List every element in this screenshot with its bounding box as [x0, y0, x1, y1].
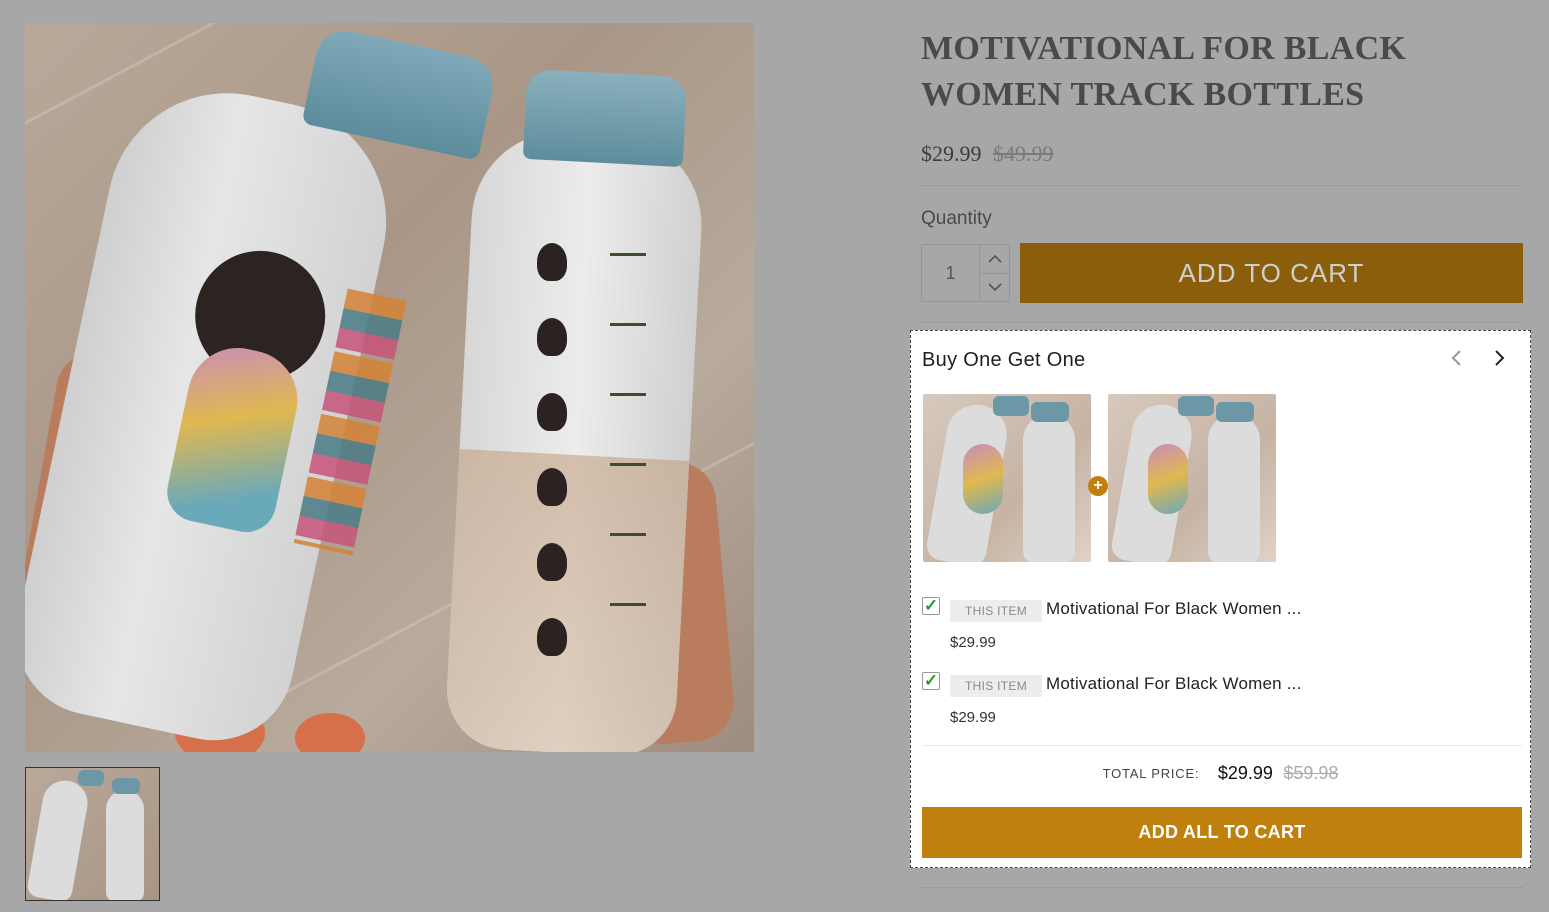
total-compare-price: $59.98: [1283, 763, 1339, 783]
bogo-product-image[interactable]: [923, 394, 1091, 562]
bogo-item-name[interactable]: Motivational For Black Women ...: [1046, 599, 1302, 619]
bottle-cap: [522, 68, 688, 168]
price-row: $29.99 $49.99: [921, 141, 1054, 167]
divider: [921, 322, 1523, 323]
bottle-measure-marks: [610, 253, 660, 673]
chevron-up-icon[interactable]: [980, 245, 1009, 274]
chevron-left-icon[interactable]: [1449, 347, 1463, 375]
total-price-row: TOTAL PRICE: $29.99 $59.98: [911, 763, 1530, 784]
chevron-down-icon[interactable]: [980, 274, 1009, 302]
add-all-to-cart-button[interactable]: ADD ALL TO CART: [922, 807, 1522, 858]
product-price: $29.99: [921, 141, 982, 166]
quantity-label: Quantity: [921, 208, 992, 229]
bogo-item-price: $29.99: [950, 709, 996, 726]
bogo-item-price: $29.99: [950, 634, 996, 651]
bogo-product-image[interactable]: [1108, 394, 1276, 562]
shoe: [295, 713, 365, 752]
divider: [921, 887, 1523, 888]
plus-icon: +: [1088, 476, 1108, 496]
this-item-badge: THIS ITEM: [950, 675, 1043, 697]
bogo-widget: Buy One Get One + ✓ THIS ITEM Motivation…: [910, 330, 1531, 868]
divider: [921, 185, 1523, 186]
bogo-item-name[interactable]: Motivational For Black Women ...: [1046, 674, 1302, 694]
quantity-input[interactable]: 1: [922, 245, 980, 301]
add-to-cart-button[interactable]: ADD TO CART: [1020, 243, 1523, 303]
checkbox-checked-icon[interactable]: ✓: [922, 672, 940, 690]
product-title: MOTIVATIONAL FOR BLACK WOMEN TRACK BOTTL…: [921, 30, 1407, 113]
chevron-right-icon[interactable]: [1493, 347, 1507, 375]
total-price: $29.99: [1217, 763, 1273, 783]
bottle-time-markers: [537, 243, 567, 693]
product-compare-price: $49.99: [993, 141, 1054, 166]
product-thumbnail[interactable]: [25, 767, 160, 901]
this-item-badge: THIS ITEM: [950, 600, 1043, 622]
bottle-right: [443, 127, 707, 752]
bogo-title: Buy One Get One: [922, 349, 1086, 371]
divider: [922, 745, 1522, 746]
quantity-stepper: 1: [921, 244, 1010, 302]
total-price-label: TOTAL PRICE:: [1102, 766, 1200, 781]
checkbox-checked-icon[interactable]: ✓: [922, 597, 940, 615]
main-product-image[interactable]: [25, 23, 754, 752]
